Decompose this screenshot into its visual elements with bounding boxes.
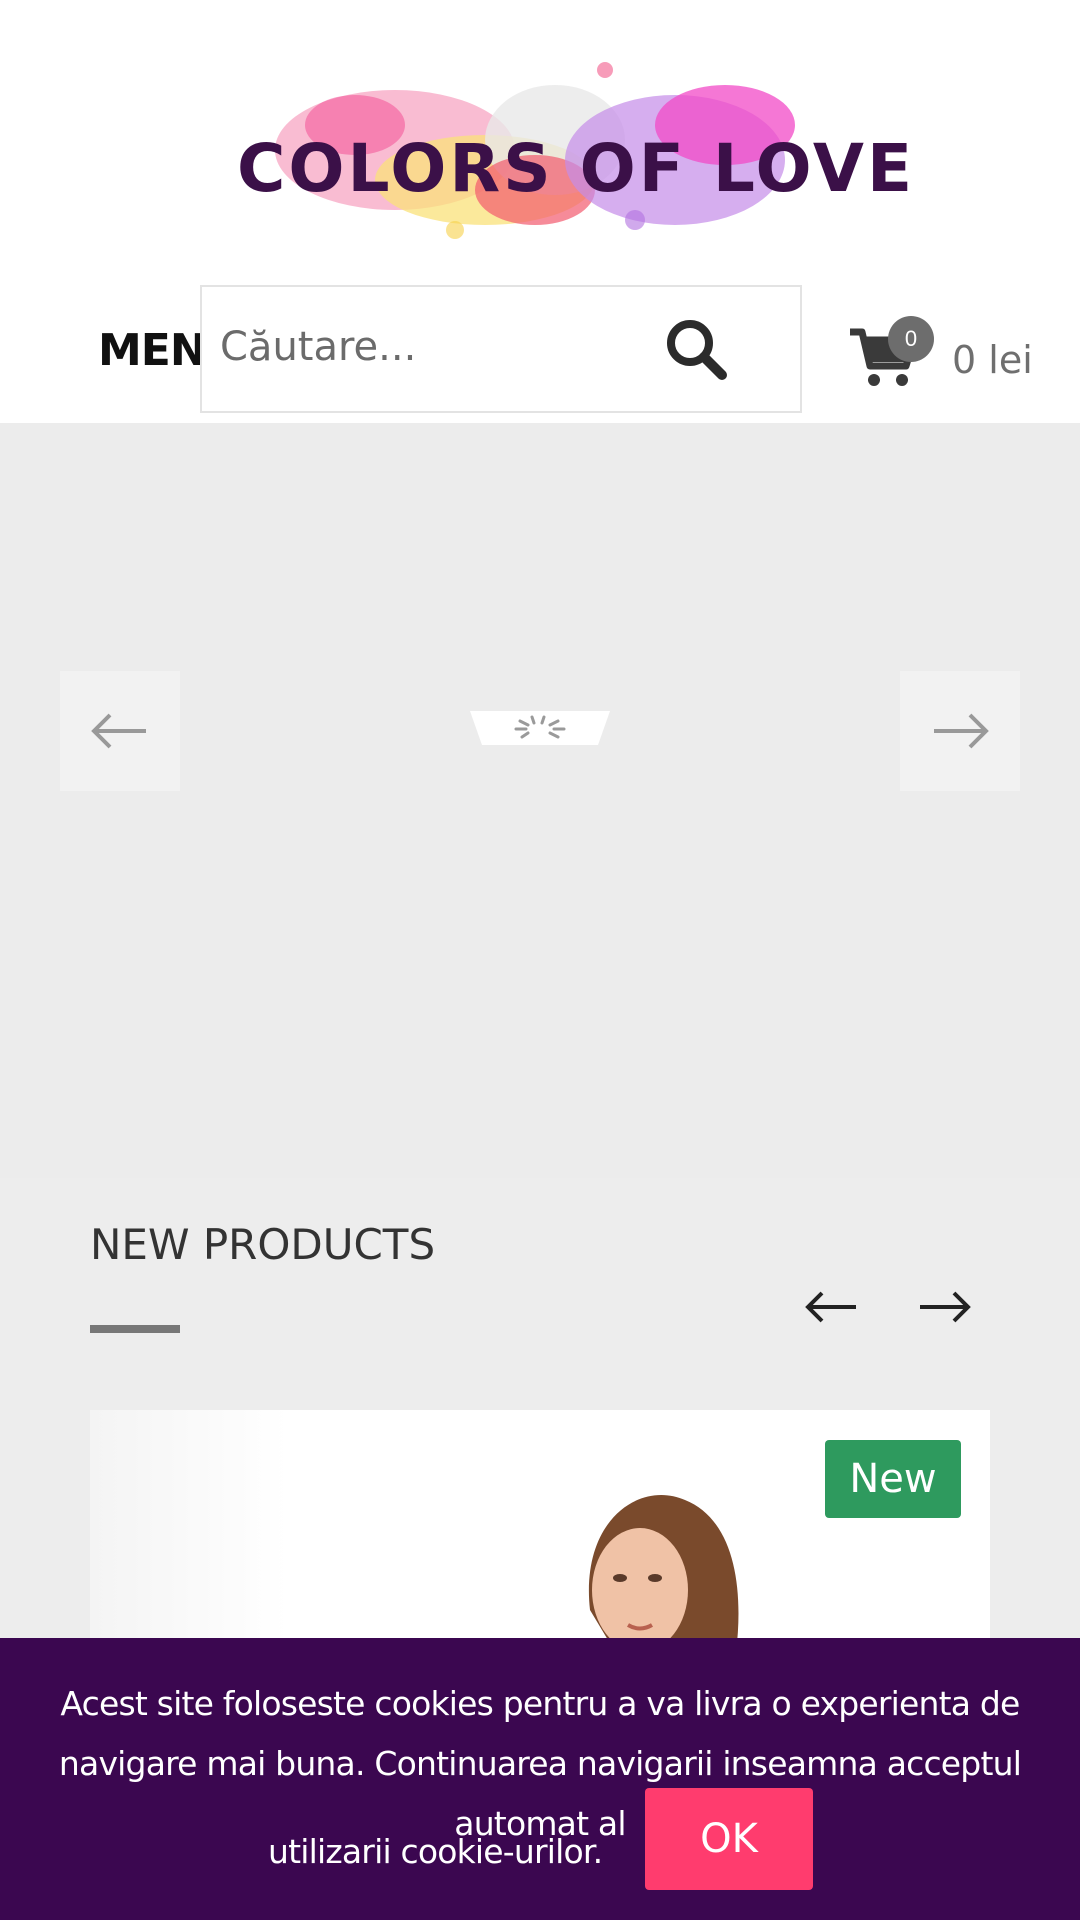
section-title-new-products: NEW PRODUCTS — [90, 1220, 436, 1269]
cookie-message: Acest site foloseste cookies pentru a va… — [58, 1684, 1022, 1843]
site-logo[interactable]: COLORS OF LOVE — [225, 30, 912, 260]
arrow-left-icon — [91, 713, 146, 749]
site-header: COLORS OF LOVE MENU 0 0 lei — [0, 0, 1080, 423]
slider-prev-button[interactable] — [60, 671, 180, 791]
cookie-ok-button[interactable]: OK — [645, 1788, 813, 1890]
cart-total[interactable]: 0 lei — [952, 338, 1033, 382]
arrow-left-icon — [805, 1291, 856, 1323]
arrow-right-icon — [934, 713, 989, 749]
cookie-message-end: utilizarii cookie-urilor. — [268, 1832, 603, 1871]
hero-slider — [0, 423, 1080, 1178]
new-badge: New — [825, 1440, 961, 1518]
cookie-consent-bar: Acest site foloseste cookies pentru a va… — [0, 1638, 1080, 1920]
slider-next-button[interactable] — [900, 671, 1020, 791]
products-next-button[interactable] — [916, 1282, 972, 1332]
search-icon[interactable] — [664, 317, 730, 383]
title-underline — [90, 1325, 180, 1333]
arrow-right-icon — [920, 1291, 971, 1323]
logo-text: COLORS OF LOVE — [237, 130, 916, 207]
search-box — [200, 285, 802, 413]
cart-count-badge: 0 — [888, 316, 934, 362]
search-input[interactable] — [218, 317, 638, 377]
loading-spinner-icon — [470, 711, 610, 745]
products-prev-button[interactable] — [804, 1282, 860, 1332]
